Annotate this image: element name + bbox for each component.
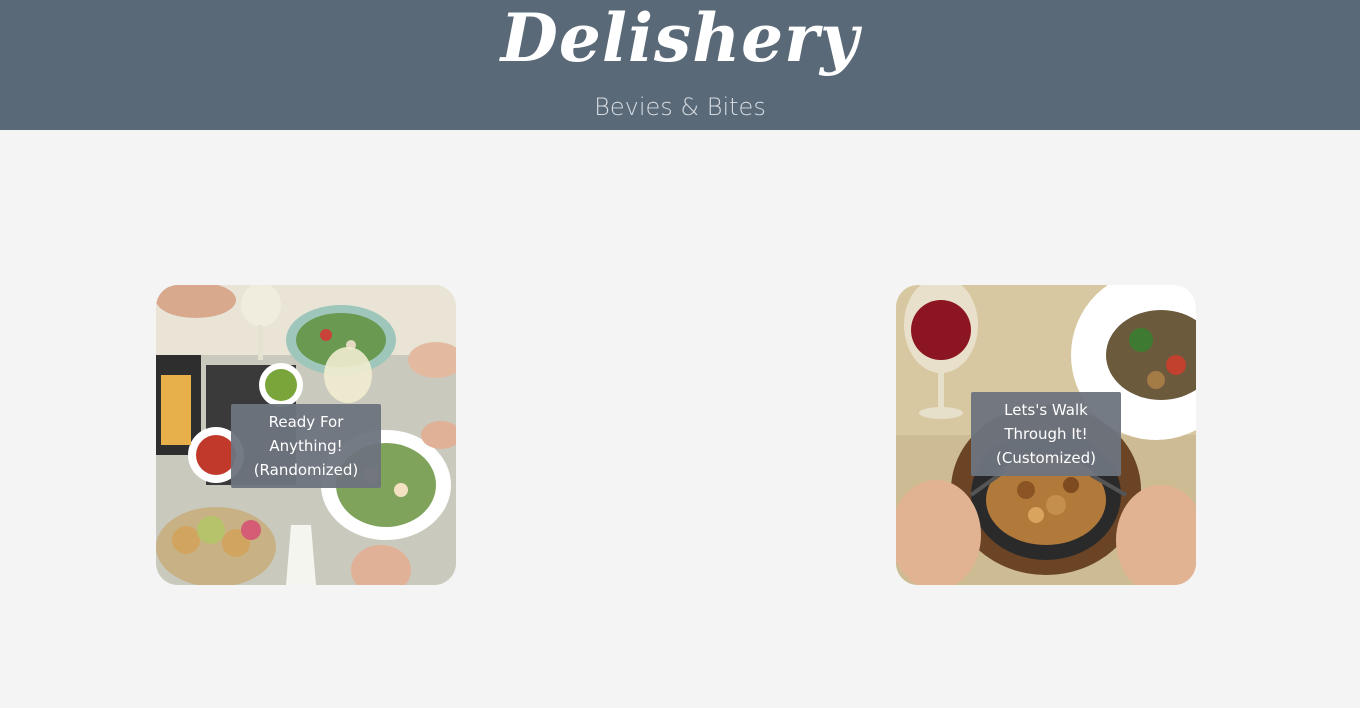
customized-label-line2: Through It! (1004, 425, 1088, 443)
randomized-option-card[interactable]: Ready For Anything! (Randomized) (156, 285, 456, 585)
randomized-label-line3: (Randomized) (253, 461, 359, 479)
site-header: Delishery Bevies & Bites (0, 0, 1360, 130)
customized-label-line3: (Customized) (996, 449, 1096, 467)
tagline: Bevies & Bites (594, 93, 766, 121)
randomized-label-line1: Ready For (268, 413, 344, 431)
customized-label: Lets's Walk Through It! (Customized) (971, 392, 1121, 476)
customized-option-card[interactable]: Lets's Walk Through It! (Customized) (896, 285, 1196, 585)
randomized-label: Ready For Anything! (Randomized) (231, 404, 381, 488)
randomized-label-line2: Anything! (269, 437, 343, 455)
customized-label-line1: Lets's Walk (1004, 401, 1088, 419)
brand-logo[interactable]: Delishery (0, 0, 1360, 78)
